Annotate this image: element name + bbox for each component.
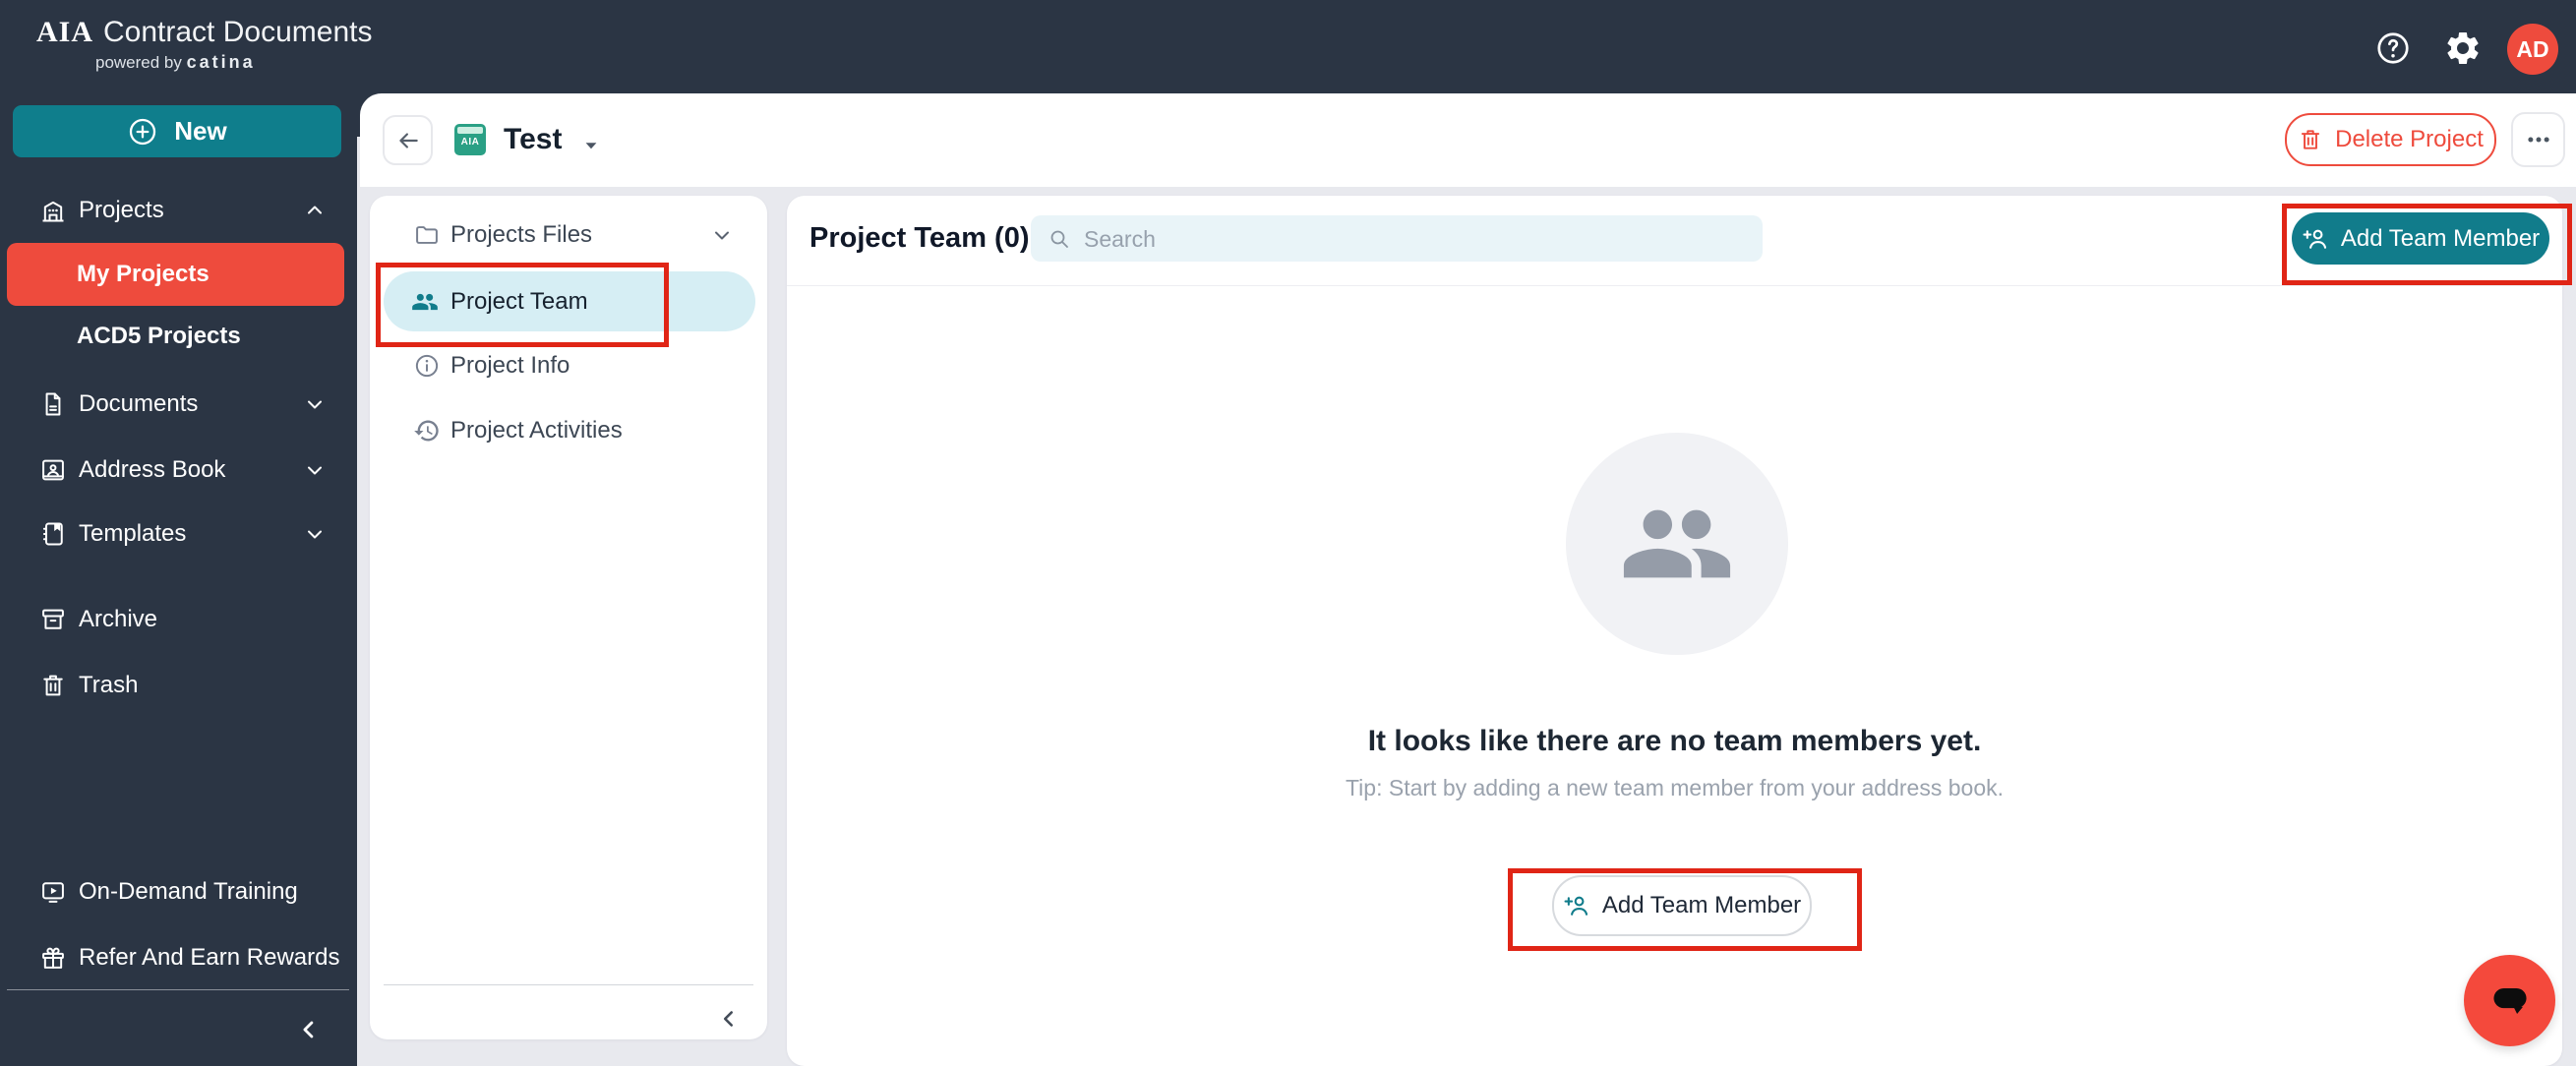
sidebar-item-on-demand-training[interactable]: On-Demand Training bbox=[0, 868, 357, 916]
project-nav-panel: Projects Files Project Team Project Info bbox=[370, 196, 767, 1039]
add-team-member-label: Add Team Member bbox=[2340, 224, 2541, 252]
sidebar-collapse-chevron-icon[interactable] bbox=[295, 1016, 323, 1043]
app-root: AIA Contract Documents powered by catina … bbox=[0, 0, 2576, 1066]
project-title-caret-icon[interactable] bbox=[578, 133, 604, 158]
project-folder-text: AIA bbox=[460, 137, 480, 148]
info-icon bbox=[413, 352, 441, 380]
sidebar-item-refer-earn[interactable]: Refer And Earn Rewards bbox=[0, 934, 357, 981]
person-add-icon bbox=[1563, 892, 1590, 919]
empty-state-tip: Tip: Start by adding a new team member f… bbox=[1345, 775, 2004, 800]
logo-powered-by: powered by catina bbox=[95, 52, 372, 73]
project-folder-icon: AIA bbox=[454, 124, 486, 155]
sidebar-item-label: Documents bbox=[79, 390, 199, 417]
sidebar-item-label: Address Book bbox=[79, 456, 226, 483]
ellipsis-icon bbox=[2527, 137, 2549, 143]
logo-rest: Contract Documents bbox=[103, 16, 373, 48]
search-input[interactable] bbox=[1082, 215, 1755, 264]
nav-item-label: Project Info bbox=[450, 352, 570, 379]
logo-aia: AIA bbox=[36, 16, 94, 48]
new-button[interactable]: New bbox=[13, 105, 341, 157]
person-add-icon bbox=[2302, 225, 2329, 253]
sidebar-item-trash[interactable]: Trash bbox=[0, 662, 357, 709]
top-bar: AIA Contract Documents powered by catina … bbox=[0, 0, 2576, 93]
project-title[interactable]: Test bbox=[504, 123, 562, 156]
project-header-bar: AIA Test Delete Project bbox=[360, 93, 2576, 187]
chevron-down-icon bbox=[303, 458, 327, 482]
app-logo: AIA Contract Documents powered by catina bbox=[36, 16, 372, 73]
sidebar-item-label: Archive bbox=[79, 606, 158, 632]
back-button[interactable] bbox=[383, 115, 433, 165]
nav-item-label: Project Team bbox=[450, 287, 588, 315]
folder-icon bbox=[413, 221, 441, 249]
sidebar-item-label: On-Demand Training bbox=[79, 878, 298, 905]
settings-gear-icon[interactable] bbox=[2443, 29, 2483, 68]
nav-item-label: Project Activities bbox=[450, 417, 623, 444]
sidebar: New Projects My Projects ACD5 Projects D… bbox=[0, 93, 357, 1066]
sidebar-item-label: Projects bbox=[79, 197, 164, 223]
logo-title: AIA Contract Documents bbox=[36, 16, 372, 49]
add-team-member-button-top[interactable]: Add Team Member bbox=[2292, 212, 2549, 265]
nav-item-project-info[interactable]: Project Info bbox=[370, 341, 767, 390]
sidebar-item-my-projects[interactable]: My Projects bbox=[7, 243, 344, 306]
chat-bubble-icon bbox=[2492, 987, 2527, 1014]
more-options-button[interactable] bbox=[2511, 112, 2565, 167]
powered-prefix: powered by bbox=[95, 53, 182, 72]
sidebar-item-label: Trash bbox=[79, 672, 139, 698]
search-icon bbox=[1048, 227, 1071, 251]
panel-divider bbox=[384, 984, 753, 985]
chevron-up-icon bbox=[303, 199, 327, 222]
sidebar-item-documents[interactable]: Documents bbox=[0, 381, 357, 428]
add-team-member-label: Add Team Member bbox=[1601, 892, 1802, 918]
sidebar-item-archive[interactable]: Archive bbox=[0, 596, 357, 643]
nav-item-label: Projects Files bbox=[450, 221, 593, 248]
building-icon bbox=[39, 197, 67, 224]
search-box bbox=[1031, 215, 1763, 264]
chevron-down-icon bbox=[303, 392, 327, 416]
templates-book-icon bbox=[39, 520, 67, 548]
project-folder-tab bbox=[457, 127, 483, 134]
user-avatar[interactable]: AD bbox=[2507, 24, 2558, 75]
sidebar-item-projects[interactable]: Projects bbox=[0, 187, 357, 234]
nav-item-project-activities[interactable]: Project Activities bbox=[370, 406, 767, 455]
header-divider bbox=[787, 285, 2562, 286]
nav-item-project-team-active[interactable]: Project Team bbox=[384, 271, 755, 331]
team-panel-title: Project Team (0) bbox=[809, 222, 1030, 254]
delete-project-label: Delete Project bbox=[2335, 126, 2484, 152]
sidebar-item-label: Templates bbox=[79, 520, 187, 547]
empty-state-circle bbox=[1566, 433, 1788, 655]
sidebar-item-acd5-projects[interactable]: ACD5 Projects bbox=[0, 315, 357, 358]
document-icon bbox=[39, 390, 67, 418]
archive-icon bbox=[39, 606, 67, 633]
history-icon bbox=[413, 417, 441, 444]
nav-item-projects-files[interactable]: Projects Files bbox=[370, 210, 767, 260]
sidebar-divider bbox=[7, 989, 349, 990]
people-icon bbox=[411, 288, 439, 316]
chat-widget-button[interactable] bbox=[2464, 955, 2555, 1046]
empty-state-title: It looks like there are no team members … bbox=[1367, 725, 1982, 757]
delete-project-button[interactable]: Delete Project bbox=[2285, 113, 2496, 166]
trash-icon bbox=[2298, 127, 2323, 152]
people-large-icon bbox=[1623, 509, 1731, 578]
powered-brand: catina bbox=[186, 52, 256, 72]
sidebar-item-label: My Projects bbox=[77, 261, 210, 287]
gift-icon bbox=[39, 944, 67, 972]
video-training-icon bbox=[39, 878, 67, 906]
chevron-down-icon bbox=[710, 223, 734, 247]
trash-icon bbox=[39, 672, 67, 699]
add-team-member-button-center[interactable]: Add Team Member bbox=[1552, 875, 1812, 936]
sidebar-item-address-book[interactable]: Address Book bbox=[0, 446, 357, 494]
sidebar-item-label: ACD5 Projects bbox=[77, 323, 241, 349]
help-icon[interactable] bbox=[2374, 30, 2412, 67]
chevron-down-icon bbox=[303, 522, 327, 546]
new-button-label: New bbox=[174, 116, 227, 146]
panel-collapse-chevron-icon[interactable] bbox=[716, 1006, 742, 1032]
sidebar-item-templates[interactable]: Templates bbox=[0, 510, 357, 558]
arrow-left-icon bbox=[398, 132, 418, 148]
sidebar-item-label: Refer And Earn Rewards bbox=[79, 944, 340, 971]
plus-circle-icon bbox=[127, 116, 158, 148]
address-book-icon bbox=[39, 456, 67, 484]
project-team-panel: Project Team (0) Add Team Member It bbox=[787, 196, 2562, 1066]
